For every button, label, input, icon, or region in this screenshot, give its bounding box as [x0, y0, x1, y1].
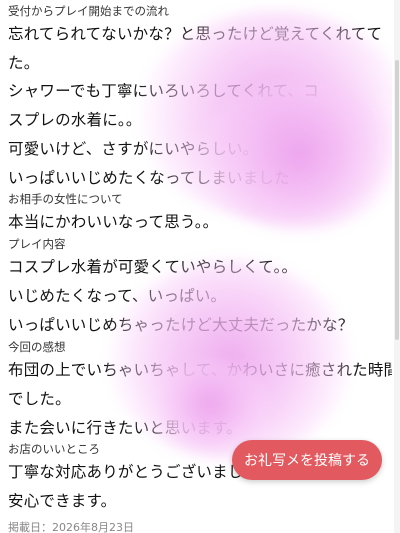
review-text-line: 丁寧な対応ありがとうございました	[8, 463, 260, 481]
section-heading-flow: 受付からプレイ開始までの流れ	[8, 4, 169, 18]
section-heading-girl: お相手の女性について	[8, 192, 123, 206]
scrollbar-thumb[interactable]	[395, 60, 399, 340]
posted-date: 掲載日：2026年8月23日	[8, 521, 134, 533]
review-text-line: 本当にかわいいなって思う。。	[8, 213, 219, 231]
review-text-line: でした。	[8, 390, 71, 408]
review-text-line: コスプレ水着が可愛くていやらしくて。。	[8, 258, 298, 276]
section-heading-shop: お店のいいところ	[8, 442, 100, 456]
review-text-line: また会いに行きたいと思います。	[8, 419, 242, 437]
scrollbar[interactable]	[394, 0, 400, 533]
review-text-line: スプレの水着に。。	[8, 111, 142, 129]
review-text-line: 安心できます。	[8, 492, 117, 510]
review-text-line: 忘れてられてないかな？と思ったけど覚えてくれてて	[8, 25, 383, 43]
review-text-line: いっぱいいじめたくなってしまいました	[8, 169, 290, 187]
section-heading-play: プレイ内容	[8, 237, 66, 251]
section-heading-impression: 今回の感想	[8, 340, 66, 354]
review-text-line: シャワーでも丁寧にいろいろしてくれて、コ	[8, 82, 319, 100]
review-text-line: た。	[8, 54, 40, 72]
post-thanks-photo-button[interactable]: お礼写メを投稿する	[232, 440, 382, 480]
review-text-line: いっぱいいじめちゃったけど大丈夫だったかな？	[8, 316, 354, 334]
review-text-line: いじめたくなって、いっぱい。	[8, 287, 227, 305]
review-text-line: 布団の上でいちゃいちゃして、かわいさに癒された時間	[8, 361, 392, 379]
review-text-line: 可愛いけど、さすがにいやらしい。	[8, 140, 259, 158]
